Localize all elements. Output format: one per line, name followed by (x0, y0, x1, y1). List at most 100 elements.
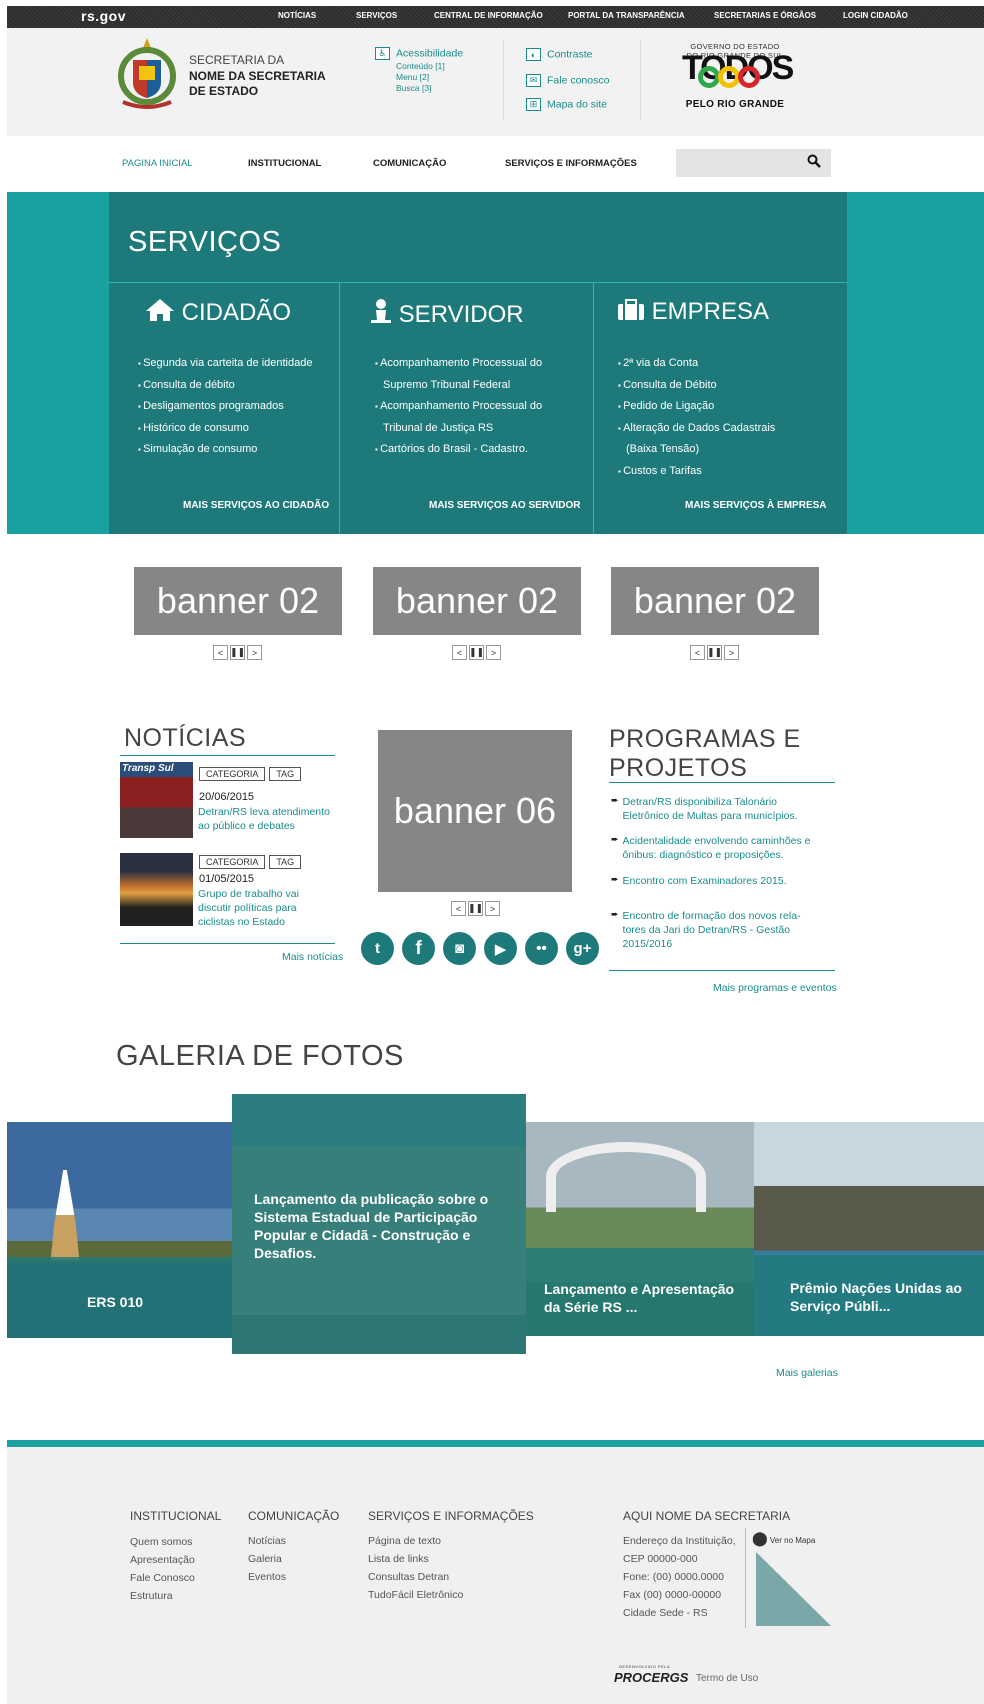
servidor-item[interactable]: Cartórios do Brasil - Cadastro. (380, 443, 528, 455)
cidadao-item[interactable]: Segunda via carteita de identidade (143, 357, 312, 369)
prev-arrow-icon[interactable]: < (452, 645, 467, 660)
next-arrow-icon[interactable]: > (485, 901, 500, 916)
facebook-icon[interactable]: f (402, 932, 435, 965)
services-divider (109, 282, 847, 283)
rs-gov-logo[interactable]: rs.gov (81, 8, 126, 24)
nav-pagina-inicial[interactable]: PAGINA INICIAL (122, 158, 193, 169)
cidadao-item[interactable]: Consulta de débito (143, 379, 235, 391)
empresa-item[interactable]: Pedido de Ligação (623, 400, 714, 412)
servidor-item-continued[interactable]: Supremo Tribunal Federal (383, 379, 510, 391)
youtube-icon[interactable]: ▶ (484, 932, 517, 965)
banner-slot-1[interactable]: banner 02 (134, 567, 342, 635)
next-arrow-icon[interactable]: > (486, 645, 501, 660)
cidadao-item[interactable]: Desligamentos programados (143, 400, 284, 412)
topbar-link-noticias[interactable]: NOTÍCIAS (278, 11, 316, 20)
prev-arrow-icon[interactable]: < (690, 645, 705, 660)
terms-link[interactable]: Termo de Uso (696, 1673, 758, 1684)
program-link[interactable]: Encontro com Examinadores 2015. (623, 874, 823, 888)
shortcut-search[interactable]: Busca [3] (396, 83, 445, 94)
instagram-icon[interactable]: ◙ (443, 932, 476, 965)
program-link[interactable]: Encontro de formação dos novos rela-tore… (623, 909, 823, 951)
search-input[interactable] (676, 149, 796, 177)
pause-icon[interactable]: ❚❚ (469, 645, 484, 660)
empresa-item-continued[interactable]: (Baixa Tensão) (626, 443, 699, 455)
state-crest-logo[interactable] (115, 36, 179, 112)
search-icon[interactable] (807, 154, 821, 173)
topbar-link-servicos[interactable]: SERVIÇOS (356, 11, 397, 20)
nav-comunicacao[interactable]: COMUNICAÇÃO (373, 158, 446, 169)
more-programs-link[interactable]: Mais programas e eventos (713, 982, 837, 994)
nav-institucional[interactable]: INSTITUCIONAL (248, 158, 321, 169)
gallery-item-3[interactable]: Lançamento e Apresentação da Série RS ..… (526, 1122, 754, 1336)
program-link[interactable]: Detran/RS disponibiliza Talonário Eletrôn… (623, 795, 823, 823)
footer-link[interactable]: Estrutura (130, 1587, 195, 1605)
sitemap-link[interactable]: ⊞ Mapa do site (526, 98, 607, 111)
news-headline-1[interactable]: Detran/RS leva atendimento ao público e … (198, 805, 348, 833)
footer-link[interactable]: Notícias (248, 1532, 286, 1550)
footer-link[interactable]: Galeria (248, 1550, 286, 1568)
twitter-icon[interactable]: t (361, 932, 394, 965)
google-plus-icon[interactable]: g+ (566, 932, 599, 965)
more-news-link[interactable]: Mais notícias (282, 951, 343, 963)
topbar-link-login-cidadao[interactable]: LOGIN CIDADÃO (843, 11, 908, 20)
footer-link[interactable]: Consultas Detran (368, 1568, 463, 1586)
topbar-link-portal-transparencia[interactable]: PORTAL DA TRANSPARÊNCIA (568, 11, 685, 20)
footer-link[interactable]: Quem somos (130, 1533, 195, 1551)
program-item: ➨ Acidentalidade envolvendo caminhões e ô… (611, 834, 833, 862)
program-link[interactable]: Acidentalidade envolvendo caminhões e ôni… (623, 834, 833, 862)
footer-link[interactable]: Eventos (248, 1568, 286, 1586)
pause-icon[interactable]: ❚❚ (707, 645, 722, 660)
program-item: ➨ Detran/RS disponibiliza Talonário Eletr… (611, 795, 823, 823)
cidadao-title: CIDADÃO (181, 299, 292, 326)
more-servidor-link[interactable]: MAIS SERVIÇOS AO SERVIDOR (429, 500, 581, 511)
servidor-item[interactable]: Acompanhamento Processual do (380, 400, 542, 412)
next-arrow-icon[interactable]: > (247, 645, 262, 660)
footer-link[interactable]: Apresentação (130, 1551, 195, 1569)
tag-badge[interactable]: TAG (269, 855, 302, 869)
cidadao-item[interactable]: Histórico de consumo (143, 422, 249, 434)
map-link[interactable]: ⬤ Ver no Mapa (752, 1530, 815, 1547)
tag-badge[interactable]: TAG (269, 767, 302, 781)
footer-link[interactable]: TudoFácil Eletrônico (368, 1586, 463, 1604)
more-galleries-link[interactable]: Mais galerias (776, 1367, 838, 1379)
next-arrow-icon[interactable]: > (724, 645, 739, 660)
category-tag[interactable]: CATEGORIA (199, 855, 266, 869)
more-empresa-link[interactable]: MAIS SERVIÇOS À EMPRESA (685, 500, 827, 511)
footer-link[interactable]: Lista de links (368, 1550, 463, 1568)
gallery-item-4[interactable]: Prêmio Nações Unidas ao Serviço Públi... (754, 1122, 984, 1336)
contact-link[interactable]: ✉ Fale conosco (526, 74, 609, 87)
footer-link[interactable]: Página de texto (368, 1532, 463, 1550)
pause-icon[interactable]: ❚❚ (230, 645, 245, 660)
empresa-item[interactable]: Custos e Tarifas (623, 465, 702, 477)
empresa-item[interactable]: Consulta de Débito (623, 379, 717, 391)
category-tag[interactable]: CATEGORIA (199, 767, 266, 781)
banner-slot-3[interactable]: banner 02 (611, 567, 819, 635)
servidor-item[interactable]: Acompanhamento Processual do (380, 357, 542, 369)
news-thumbnail-2[interactable] (120, 853, 193, 926)
contrast-link[interactable]: ◐ Contraste (526, 48, 593, 61)
accessibility-link[interactable]: ♿ Acessibilidade (375, 47, 463, 60)
prev-arrow-icon[interactable]: < (451, 901, 466, 916)
cidadao-item[interactable]: Simulação de consumo (143, 443, 257, 455)
pause-icon[interactable]: ❚❚ (468, 901, 483, 916)
empresa-item[interactable]: 2ª via da Conta (623, 357, 698, 369)
banner-06[interactable]: banner 06 (378, 730, 572, 892)
topbar-link-central-informacao[interactable]: CENTRAL DE INFORMAÇÃO (434, 11, 543, 20)
flickr-icon[interactable]: •• (525, 932, 558, 965)
state-government-logo[interactable]: GOVERNO DO ESTADO DO RIO GRANDE DO SUL T… (660, 42, 810, 110)
footer-link[interactable]: Fale Conosco (130, 1569, 195, 1587)
news-headline-2[interactable]: Grupo de trabalho vai discutir políticas… (198, 887, 348, 929)
banner-slot-2[interactable]: banner 02 (373, 567, 581, 635)
topbar-link-secretarias[interactable]: SECRETARIAS E ÓRGÃOS (714, 11, 816, 20)
prev-arrow-icon[interactable]: < (213, 645, 228, 660)
gallery-item-2[interactable]: Lançamento da publicação sobre o Sistema… (232, 1094, 526, 1354)
nav-servicos-informacoes[interactable]: SERVIÇOS E INFORMAÇÕES (505, 158, 637, 169)
empresa-item[interactable]: Alteração de Dados Cadastrais (623, 422, 775, 434)
servidor-item-continued[interactable]: Tribunal de Justiça RS (383, 422, 493, 434)
news-thumbnail-1[interactable]: Transp Sul (120, 762, 193, 838)
more-cidadao-link[interactable]: MAIS SERVIÇOS AO CIDADÃO (183, 500, 329, 511)
procergs-logo[interactable]: PROCERGS (614, 1670, 688, 1685)
shortcut-menu[interactable]: Menu [2] (396, 72, 445, 83)
shortcut-content[interactable]: Conteúdo [1] (396, 61, 445, 72)
gallery-item-1[interactable]: ERS 010 (7, 1122, 232, 1338)
